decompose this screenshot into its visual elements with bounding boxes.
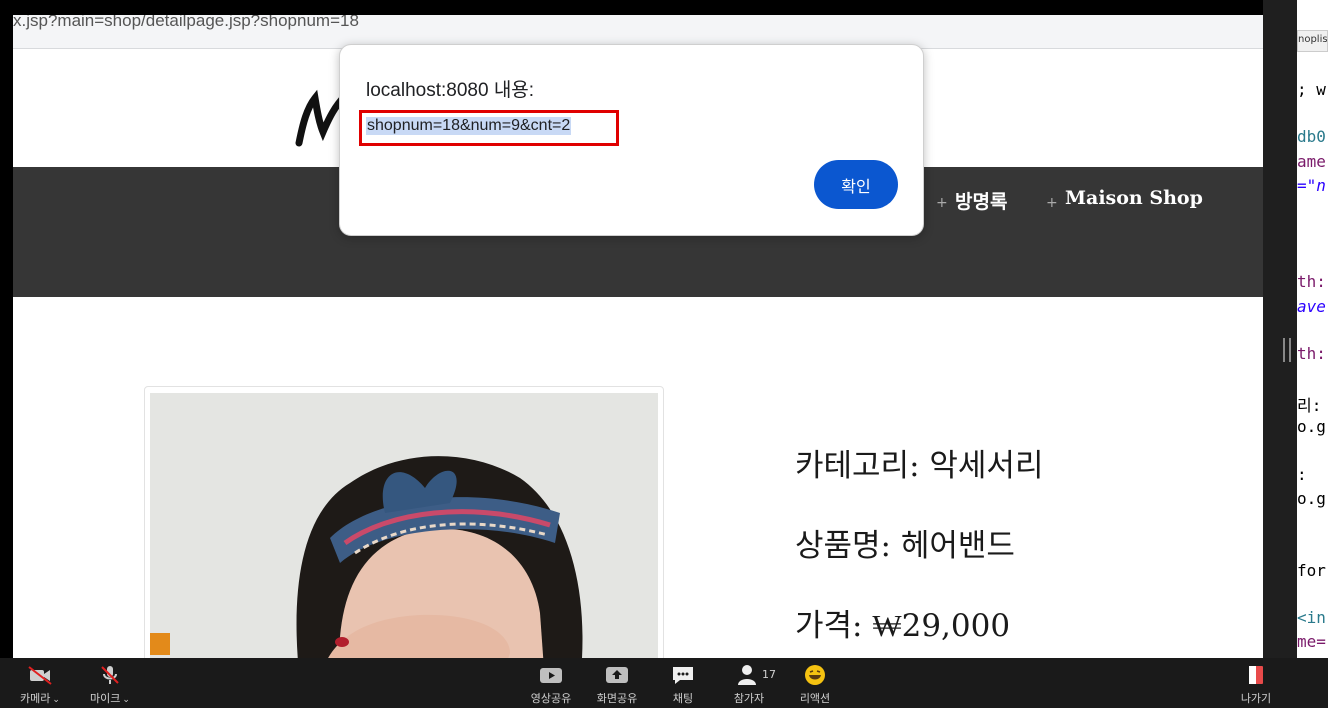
video-share-label: 영상공유 [530, 692, 572, 705]
code-line: th: [1297, 344, 1326, 363]
code-line: o.g [1297, 489, 1326, 508]
nav-plus-icon: + [1046, 195, 1058, 211]
product-image-frame [144, 386, 664, 658]
screen-share-button[interactable]: 화면공유 [590, 664, 644, 706]
code-line: ="n [1297, 176, 1326, 195]
product-price: 가격: ₩29,000 [795, 608, 1011, 644]
screen-share-label: 화면공유 [596, 692, 638, 705]
ide-gutter [1263, 0, 1297, 708]
chevron-up-icon[interactable]: ⌄ [52, 695, 60, 705]
nav-plus-icon: + [936, 195, 948, 211]
video-share-button[interactable]: 영상공유 [524, 664, 578, 706]
nav-maison-shop[interactable]: Maison Shop [1065, 187, 1203, 209]
editor-tab[interactable]: noplis [1297, 30, 1328, 52]
video-share-icon [540, 668, 562, 683]
reactions-button[interactable]: 리액션 [790, 664, 840, 706]
code-line: ame [1297, 152, 1326, 171]
code-line: th: [1297, 272, 1326, 291]
red-highlight-box [359, 110, 619, 146]
code-line: ave [1297, 297, 1326, 316]
splitter-grip-icon[interactable] [1283, 338, 1291, 362]
code-line: : [1297, 465, 1307, 484]
chevron-up-icon[interactable]: ⌄ [122, 695, 130, 705]
code-line: o.g [1297, 417, 1326, 436]
ok-button[interactable]: 확인 [814, 160, 898, 209]
code-line: <in [1297, 608, 1326, 627]
leave-label: 나가기 [1240, 692, 1272, 705]
reactions-label: 리액션 [799, 692, 831, 705]
ide-panel: noplis ; w db0 ame ="n th: ave th: 리: o.… [1263, 0, 1328, 708]
camera-button[interactable]: 카메라 ⌄ [12, 664, 68, 706]
chat-icon [673, 667, 693, 684]
mic-button[interactable]: 마이크 ⌄ [82, 664, 138, 706]
code-editor[interactable]: noplis ; w db0 ame ="n th: ave th: 리: o.… [1297, 0, 1328, 708]
nav-guestbook[interactable]: 방명록 [955, 187, 1007, 214]
mic-muted-icon [101, 666, 119, 684]
chat-button[interactable]: 채팅 [660, 664, 706, 706]
person-icon [738, 665, 756, 685]
top-strip [0, 0, 1263, 15]
code-line: me= [1297, 632, 1326, 651]
product-image [150, 393, 658, 658]
mic-label: 마이크 [90, 692, 121, 705]
participants-label: 참가자 [733, 692, 765, 705]
code-line: for [1297, 561, 1326, 580]
dialog-title: localhost:8080 내용: [366, 80, 535, 101]
chat-label: 채팅 [672, 692, 694, 705]
code-line: ; w [1297, 80, 1326, 99]
code-line: db0 [1297, 127, 1326, 146]
participant-count: 17 [762, 668, 776, 681]
product-category: 카테고리: 악세서리 [795, 448, 1044, 484]
address-url: x.jsp?main=shop/detailpage.jsp?shopnum=1… [13, 15, 359, 30]
camera-off-icon [28, 666, 52, 685]
product-name: 상품명: 헤어밴드 [795, 528, 1015, 564]
meeting-control-bar: 카메라 ⌄ 마이크 ⌄ 영상공유 화면공유 채팅 17 참가자 리액션 나가기 [0, 658, 1328, 708]
smiley-icon [805, 665, 825, 685]
camera-label: 카메라 [20, 692, 51, 705]
leave-button[interactable]: 나가기 [1234, 664, 1278, 706]
alert-dialog: localhost:8080 내용: shopnum=18&num=9&cnt=… [339, 44, 924, 236]
screen-share-icon [606, 667, 628, 683]
exit-door-icon [1249, 666, 1263, 684]
participants-button[interactable]: 17 참가자 [724, 664, 776, 706]
code-line: 리: [1297, 396, 1322, 415]
